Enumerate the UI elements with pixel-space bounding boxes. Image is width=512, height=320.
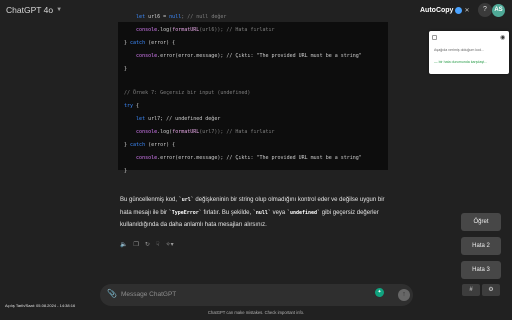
prose-text: veya	[270, 209, 287, 216]
code-line: try {	[124, 102, 139, 110]
model-switch-icon[interactable]: ✧▾	[166, 241, 174, 248]
avatar[interactable]: AS	[492, 4, 505, 17]
gpt-icon[interactable]: ✦	[375, 288, 384, 297]
disclaimer: ChatGPT can make mistakes. Check importa…	[207, 310, 305, 315]
help-button[interactable]: ?	[478, 3, 492, 17]
code-line: // Örnek 7: Geçersiz bir input (undefine…	[124, 89, 250, 97]
code-line: console.error(error.message); // Çıktı: …	[124, 154, 362, 162]
code-token: }	[124, 66, 128, 72]
code-token: .error(error.message); // Çıktı: "The pr…	[157, 53, 362, 59]
code-line: let url7; // undefined değer	[124, 115, 220, 123]
code-line: console.error(error.message); // Çıktı: …	[124, 52, 362, 60]
ogret-button[interactable]: Öğret	[461, 213, 501, 231]
code-token: ; // null değer	[181, 14, 227, 20]
copy-icon[interactable]: ❐	[133, 241, 138, 248]
code-token: formatURL	[172, 27, 200, 33]
code-token: null	[169, 14, 182, 20]
code-token: (error) {	[145, 40, 176, 46]
code-token: console	[136, 129, 158, 135]
code-token: (error) {	[145, 142, 176, 148]
saved-prompt-item[interactable]: Aşağıda verimiş olduğum kod...	[434, 48, 484, 52]
code-line: } catch (error) {	[124, 39, 175, 47]
inline-code: `url`	[178, 197, 194, 203]
code-token: console	[136, 155, 158, 161]
hash-button[interactable]: #	[462, 284, 480, 296]
paperclip-icon[interactable]: 📎	[107, 289, 117, 298]
top-bar: ChatGPT 4o ▼ AutoCopy ✕ ? AS	[0, 0, 512, 24]
autocopy-toggle[interactable]: AutoCopy ✕	[420, 7, 469, 14]
checkmark-icon	[455, 7, 463, 14]
code-token: .log(	[157, 129, 173, 135]
code-line: }	[124, 167, 127, 175]
speaker-icon[interactable]: 🔈	[120, 241, 127, 248]
code-token: let	[136, 14, 146, 20]
prose-text: fırlatır. Bu şekilde,	[201, 209, 253, 216]
code-token: formatURL	[172, 129, 200, 135]
select-checkbox[interactable]	[432, 35, 437, 40]
code-token: url7; // undefined değer	[145, 116, 221, 122]
hata-2-button[interactable]: Hata 2	[461, 237, 501, 255]
close-icon[interactable]: ✕	[464, 7, 469, 14]
inline-code: `null`	[252, 209, 271, 216]
saved-prompt-item[interactable]: — bir hata durumunda karşılaşt...	[434, 60, 487, 64]
code-block: let url6 = null; // null değer console.l…	[118, 14, 388, 174]
code-token: (url6)); // Hata fırlatır	[199, 27, 275, 33]
code-token: {	[133, 103, 140, 109]
model-name: ChatGPT 4o	[6, 5, 54, 15]
composer: 📎 Message ChatGPT ✦ ↑	[100, 284, 413, 306]
autocopy-label: AutoCopy	[420, 7, 454, 14]
code-line: let url6 = null; // null değer	[124, 13, 226, 21]
extension-panel: ◉ Aşağıda verimiş olduğum kod... — bir h…	[429, 31, 509, 74]
send-button[interactable]: ↑	[398, 289, 410, 301]
code-token: catch	[130, 40, 146, 46]
code-token: try	[124, 103, 134, 109]
prose-text: Bu güncellenmiş kod,	[120, 197, 179, 203]
hata-3-button[interactable]: Hata 3	[461, 261, 501, 279]
code-line: console.log(formatURL(url7)); // Hata fı…	[124, 128, 275, 136]
code-line: console.log(formatURL(url6)); // Hata fı…	[124, 26, 275, 34]
code-token: (url7)); // Hata fırlatır	[199, 129, 275, 135]
code-token: url6 =	[145, 14, 170, 20]
code-token: let	[136, 116, 146, 122]
code-token: // Örnek 7: Geçersiz bir input (undefine…	[124, 90, 251, 96]
code-token: .log(	[157, 27, 173, 33]
regenerate-icon[interactable]: ↻	[145, 241, 150, 248]
inline-code: `undefined`	[286, 209, 321, 216]
settings-button[interactable]: ⚙	[482, 284, 500, 296]
message-input[interactable]: Message ChatGPT	[121, 291, 176, 298]
code-token: .error(error.message); // Çıktı: "The pr…	[157, 155, 362, 161]
code-token: console	[136, 27, 158, 33]
chevron-down-icon: ▼	[56, 7, 63, 13]
code-token: catch	[130, 142, 146, 148]
assistant-message: Bu güncellenmiş kod, `url` değişkeninin …	[120, 194, 395, 232]
message-actions: 🔈 ❐ ↻ ☟ ✧▾	[120, 241, 174, 248]
code-line: } catch (error) {	[124, 141, 175, 149]
model-selector[interactable]: ChatGPT 4o ▼	[6, 5, 62, 15]
thumbs-down-icon[interactable]: ☟	[156, 241, 160, 248]
eye-icon[interactable]: ◉	[500, 34, 505, 41]
datetime-label: Açılış Tarih/Saat: 05.08.2024 - 14:38:16	[5, 303, 76, 308]
inline-code: `TypeError`	[168, 209, 202, 216]
code-line: }	[124, 65, 127, 73]
code-token: console	[136, 53, 158, 59]
code-token: }	[124, 168, 128, 174]
